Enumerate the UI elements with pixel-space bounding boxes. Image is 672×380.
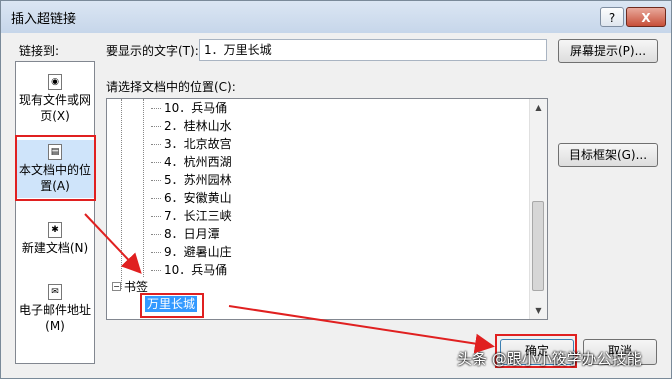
tree-item[interactable]: 6．安徽黄山 [151,189,232,207]
collapse-icon[interactable]: − [112,282,121,291]
insert-hyperlink-dialog: 插入超链接 ? X 链接到: 要显示的文字(T): 1．万里长城 屏幕提示(P)… [0,0,672,379]
link-to-label: 链接到: [19,44,60,58]
tree-item[interactable]: 4．杭州西湖 [151,153,232,171]
tree-item[interactable]: 5．苏州园林 [151,171,232,189]
tree-item[interactable]: 7．长江三峡 [151,207,232,225]
globe-file-icon: ◉ [48,74,62,90]
title-bar: 插入超链接 ? X [1,1,671,33]
display-text-label: 要显示的文字(T): [106,44,199,58]
tree-connector [143,99,144,277]
sidebar-item-label: 新建文档(N) [21,241,89,255]
scroll-down-icon[interactable]: ▼ [530,302,547,319]
sidebar-item-new-document[interactable]: ✱ 新建文档(N) [16,222,94,256]
highlight-box-bookmark [140,293,204,318]
tree-item[interactable]: 10．兵马俑 [151,99,227,117]
watermark: 头条 @跟小小筱学办公技能 [457,350,642,368]
display-text-input[interactable]: 1．万里长城 [199,39,547,61]
scroll-up-icon[interactable]: ▲ [530,99,547,116]
highlight-box-sidebar [15,135,96,201]
tree-item[interactable]: 2．桂林山水 [151,117,232,135]
target-frame-button[interactable]: 目标框架(G)... [558,143,658,167]
tree-item[interactable]: 10．兵马俑 [151,261,227,279]
link-to-sidebar: ◉ 现有文件或网页(X) ▤ 本文档中的位置(A) ✱ 新建文档(N) ✉ 电子… [15,61,95,364]
location-label: 请选择文档中的位置(C): [106,80,236,94]
screen-tip-button[interactable]: 屏幕提示(P)... [558,39,658,63]
tree-scrollbar[interactable]: ▲ ▼ [529,99,547,319]
sidebar-item-existing-file[interactable]: ◉ 现有文件或网页(X) [16,74,94,124]
tree-connector [121,99,122,289]
tree-item[interactable]: 8．日月潭 [151,225,220,243]
email-icon: ✉ [48,284,62,300]
tree-item[interactable]: 9．避暑山庄 [151,243,232,261]
close-button[interactable]: X [626,7,666,27]
help-button[interactable]: ? [600,7,624,27]
new-document-icon: ✱ [48,222,62,238]
sidebar-item-label: 现有文件或网页(X) [18,93,91,123]
sidebar-item-label: 电子邮件地址(M) [18,303,91,333]
dialog-title: 插入超链接 [11,12,77,27]
sidebar-item-email[interactable]: ✉ 电子邮件地址(M) [16,284,94,334]
document-location-tree[interactable]: 10．兵马俑 2．桂林山水 3．北京故宫 4．杭州西湖 5．苏州园林 6．安徽黄… [106,98,548,320]
scrollbar-thumb[interactable] [532,201,544,291]
tree-item[interactable]: 3．北京故宫 [151,135,232,153]
